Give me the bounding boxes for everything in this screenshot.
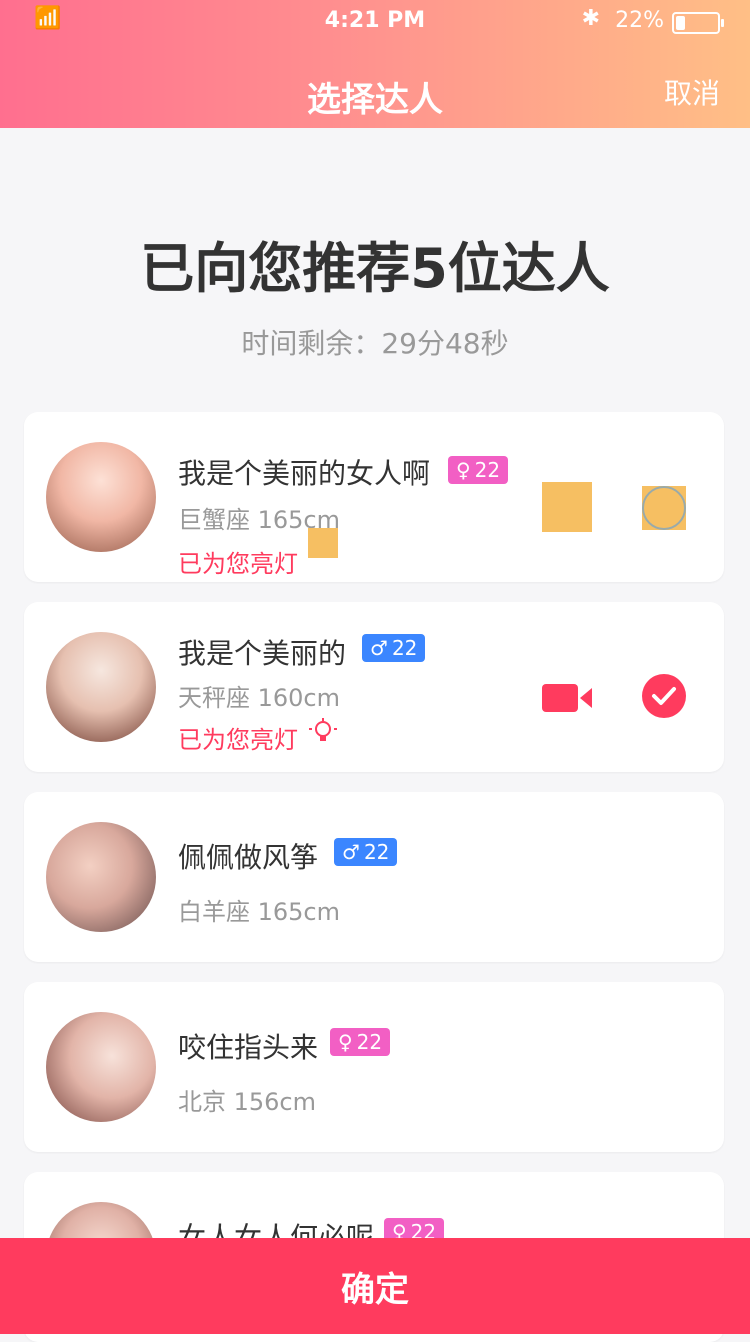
male-icon: ♂ [370,636,388,660]
talent-card[interactable]: 我是个美丽的 ♂ 22 天秤座 160cm 已为您亮灯 [24,602,724,772]
check-icon[interactable] [642,674,686,718]
video-icon[interactable] [542,482,592,532]
gender-age-badge: ♂ 22 [334,838,398,866]
avatar[interactable] [46,822,156,932]
talent-info: 北京 156cm [178,1088,317,1116]
talent-name: 我是个美丽的 [178,637,347,670]
status-bar: 📶 4:21 PM ✱ 22% [0,6,750,38]
male-icon: ♂ [342,840,360,864]
talent-name: 咬住指头来 [178,1031,319,1064]
countdown-text: 时间剩余：29分48秒 [241,327,509,360]
talent-card[interactable]: 咬住指头来 ♀ 22 北京 156cm [24,982,724,1152]
light-status: 已为您亮灯 [178,550,298,578]
talent-info: 天秤座 160cm [178,684,341,712]
gender-age-badge: ♀ 22 [448,456,509,484]
page-title: 选择达人 [307,80,443,120]
gender-age-badge: ♀ 22 [330,1028,391,1056]
female-icon: ♀ [338,1030,353,1054]
select-icon[interactable] [642,486,686,530]
video-icon[interactable] [542,682,592,714]
talent-name: 我是个美丽的女人啊 [178,457,431,490]
talent-info: 白羊座 165cm [178,898,341,926]
talent-card[interactable]: 我是个美丽的女人啊 ♀ 22 巨蟹座 165cm 已为您亮灯 [24,412,724,582]
bulb-icon [308,528,338,558]
battery-percentage: 22% [615,8,664,33]
recommendation-title: 已向您推荐5位达人 [140,237,610,300]
battery-icon [672,12,724,34]
gender-age-badge: ♂ 22 [362,634,426,662]
bluetooth-icon: ✱ [581,6,600,31]
app-header: 📶 4:21 PM ✱ 22% 选择达人 取消 [0,0,750,128]
light-status: 已为您亮灯 [178,726,298,754]
talent-name: 佩佩做风筝 [178,841,319,874]
female-icon: ♀ [456,458,471,482]
talent-card[interactable]: 佩佩做风筝 ♂ 22 白羊座 165cm [24,792,724,962]
confirm-button[interactable]: 确定 [0,1238,750,1334]
avatar[interactable] [46,632,156,742]
avatar[interactable] [46,1012,156,1122]
bulb-icon [309,718,337,741]
avatar[interactable] [46,442,156,552]
cancel-button[interactable]: 取消 [664,72,720,112]
